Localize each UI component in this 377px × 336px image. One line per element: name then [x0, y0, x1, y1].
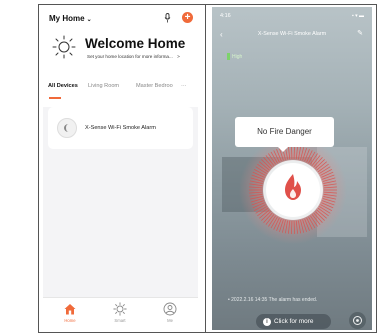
home-selector-label: My Home — [49, 14, 85, 23]
frame-border-left — [38, 4, 39, 333]
room-tabs: All Devices Living Room Master Bedroo ··… — [48, 83, 196, 95]
nav-home[interactable]: Home — [55, 302, 85, 323]
tab-living-room[interactable]: Living Room — [88, 83, 119, 89]
click-for-more-button[interactable]: i Click for more — [256, 314, 331, 329]
status-icons: ▪ ▾ ▬ — [351, 13, 364, 19]
battery-label: High — [232, 53, 243, 60]
frame-border-bottom — [38, 332, 376, 333]
sun-icon — [52, 35, 76, 59]
device-title: X-Sense Wi-Fi Smoke Alarm — [257, 31, 327, 37]
home-icon — [64, 304, 76, 315]
chevron-right-icon: > — [177, 54, 180, 59]
home-selector[interactable]: My Home ⌄ — [49, 14, 92, 23]
nav-me[interactable]: Me — [155, 302, 185, 323]
welcome-title: Welcome Home — [85, 36, 186, 51]
device-name: X-Sense Wi-Fi Smoke Alarm — [85, 125, 156, 131]
smoke-alarm-icon — [57, 118, 77, 138]
add-device-button[interactable]: + — [182, 12, 193, 23]
more-tabs-icon[interactable]: ··· — [181, 83, 187, 89]
info-icon: i — [263, 317, 271, 326]
edit-icon[interactable]: ✎ — [357, 29, 363, 37]
gear-icon — [353, 316, 362, 325]
nav-smart[interactable]: Smart — [105, 302, 135, 323]
chevron-down-icon: ⌄ — [86, 17, 92, 23]
bubble-tail — [278, 147, 288, 152]
battery-icon — [227, 53, 230, 60]
screenshot-frame: My Home⌄ + Welcome Home Set your home l — [0, 0, 377, 336]
status-time: 4:16 — [220, 13, 231, 19]
alarm-detail-screen: 4:16 ▪ ▾ ▬ ‹ X-Sense Wi-Fi Smoke Alarm ✎… — [212, 7, 372, 330]
fire-status-bubble: No Fire Danger — [235, 117, 334, 147]
microphone-icon[interactable] — [164, 13, 171, 23]
tab-all-devices[interactable]: All Devices — [48, 83, 78, 89]
smart-icon — [113, 302, 127, 316]
location-hint[interactable]: Set your home location for more informa.… — [87, 54, 180, 59]
home-header: My Home⌄ + Welcome Home Set your home l — [43, 7, 198, 107]
settings-button[interactable] — [349, 312, 366, 329]
tab-master-bedroom[interactable]: Master Bedroo — [136, 83, 173, 89]
active-tab-indicator — [49, 97, 61, 99]
location-hint-text: Set your home location for more informa.… — [87, 54, 173, 59]
me-icon — [163, 302, 177, 316]
device-card[interactable]: X-Sense Wi-Fi Smoke Alarm — [48, 107, 193, 149]
frame-border-middle — [205, 4, 206, 333]
nav-smart-label: Smart — [114, 318, 126, 323]
nav-me-label: Me — [167, 318, 173, 323]
click-for-more-label: Click for more — [274, 318, 314, 325]
alarm-status-rings — [239, 136, 347, 244]
frame-border-top — [38, 4, 376, 5]
bottom-nav: Home Smart Me — [43, 297, 198, 330]
nav-home-label: Home — [64, 318, 76, 323]
fire-status-text: No Fire Danger — [257, 127, 312, 136]
alarm-history-label: 2022.2.16 14:35 The alarm has ended. — [231, 297, 318, 303]
alarm-history-text: • 2022.2.16 14:35 The alarm has ended. — [228, 297, 317, 303]
home-screen: My Home⌄ + Welcome Home Set your home l — [43, 7, 198, 330]
battery-status: High — [227, 53, 242, 60]
